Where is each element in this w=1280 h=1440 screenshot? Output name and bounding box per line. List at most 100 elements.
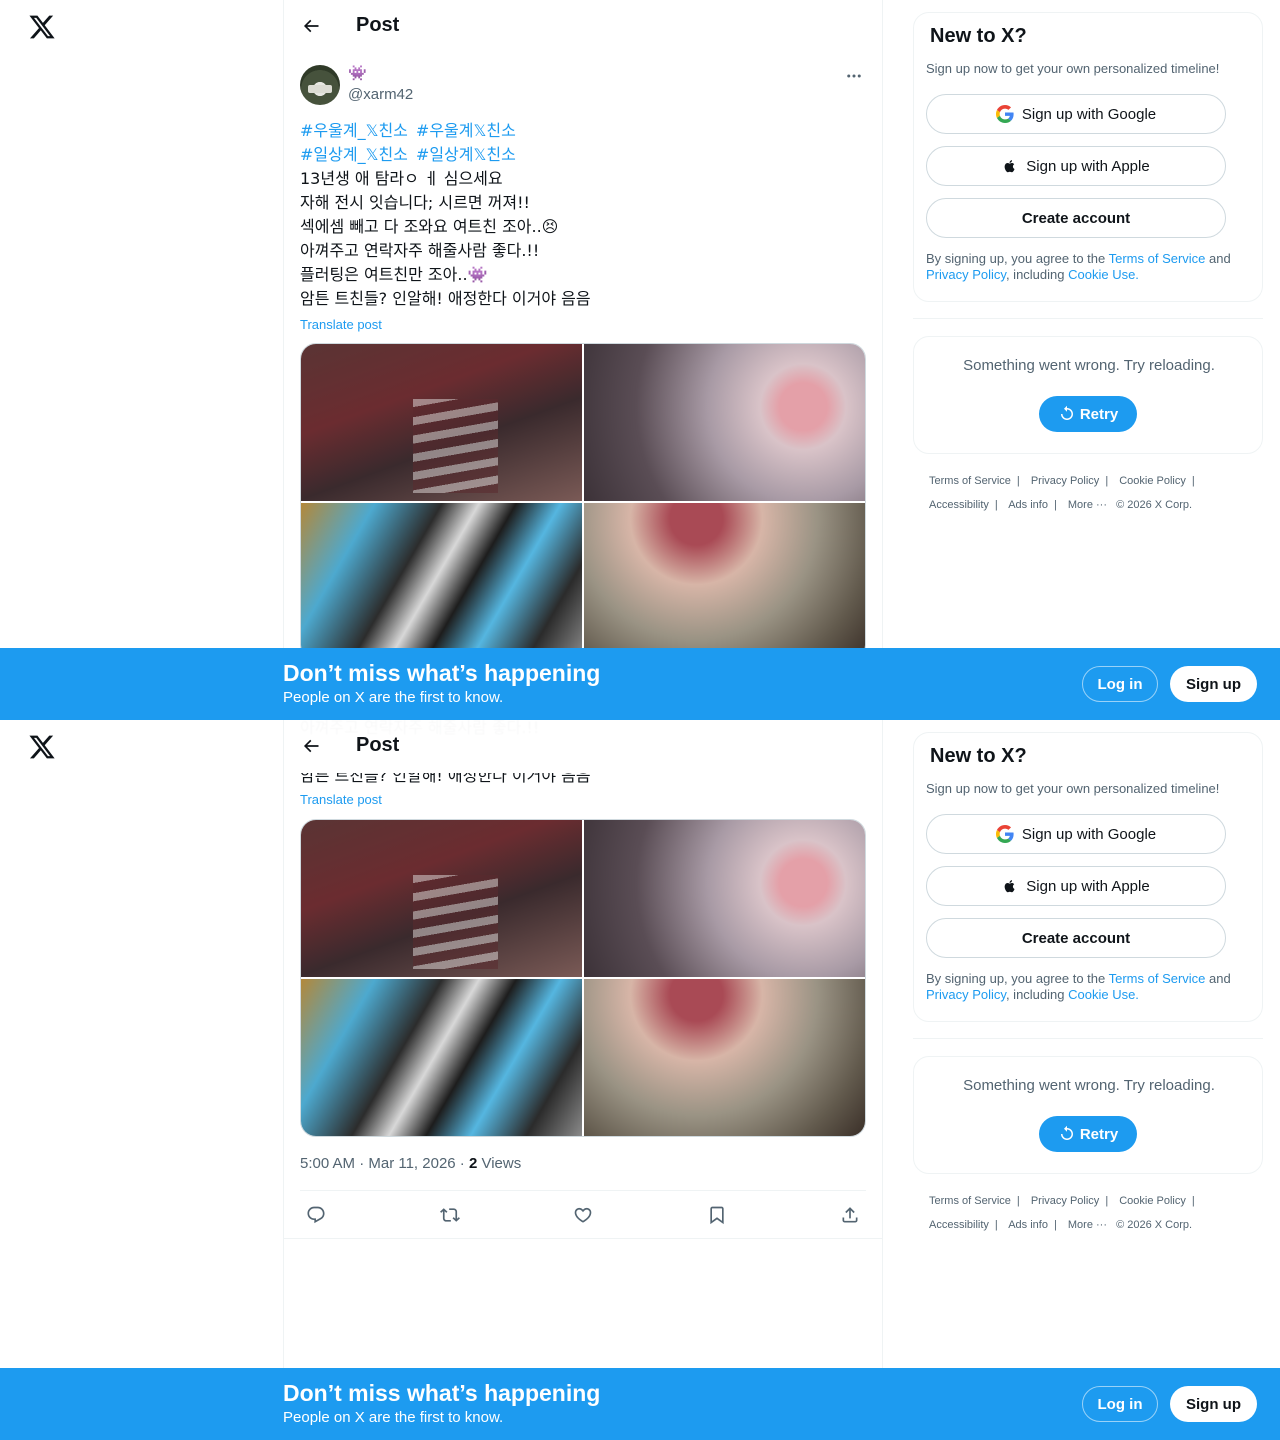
- hashtag-link[interactable]: #우울계_𝕏친소: [300, 121, 408, 140]
- terms-link[interactable]: Terms of Service: [1109, 251, 1206, 266]
- hashtag-link[interactable]: #우울계𝕏친소: [416, 121, 516, 140]
- signup-google-label: Sign up with Google: [1021, 825, 1157, 843]
- post-photo[interactable]: [301, 820, 582, 977]
- post-line: 섹에셈 빼고 다 조와요 여트친 조아..😣: [300, 217, 559, 236]
- privacy-link[interactable]: Privacy Policy: [926, 267, 1006, 282]
- error-card: Something went wrong. Try reloading. Ret…: [913, 1056, 1263, 1174]
- banner-signup-button[interactable]: Sign up: [1170, 1386, 1257, 1422]
- apple-icon: [1004, 880, 1015, 893]
- post-line: 암튼 트친들? 인알해! 애정한다 이거야 음음: [300, 289, 591, 308]
- post-timestamp: 5:00 AM · Mar 11, 2026 · 2 Views: [300, 1155, 521, 1172]
- page-title: Post: [356, 734, 400, 756]
- post-photo[interactable]: [584, 820, 865, 977]
- create-account-button[interactable]: Create account: [926, 918, 1226, 958]
- post-photo[interactable]: [584, 503, 865, 660]
- terms-link[interactable]: Terms of Service: [1109, 971, 1206, 986]
- reply-icon[interactable]: [304, 1203, 328, 1227]
- post-time[interactable]: 5:00 AM · Mar 11, 2026 ·: [300, 1155, 469, 1172]
- post-line: 플러팅은 여트친만 조아..👾: [300, 265, 488, 284]
- signup-legal-text: By signing up, you agree to the Terms of…: [926, 971, 1231, 1002]
- signup-apple-button[interactable]: Sign up with Apple: [926, 866, 1226, 906]
- signup-apple-button[interactable]: Sign up with Apple: [926, 146, 1226, 186]
- post-photo[interactable]: [301, 344, 582, 501]
- page-title: Post: [356, 14, 400, 36]
- share-icon[interactable]: [838, 1203, 862, 1227]
- signup-card: New to X? Sign up now to get your own pe…: [913, 732, 1263, 1022]
- signup-card-title: New to X?: [930, 745, 1027, 767]
- footer-ads-link[interactable]: Ads info: [1008, 499, 1048, 511]
- signup-google-label: Sign up with Google: [1021, 105, 1157, 123]
- footer-links: Terms of Service | Privacy Policy | Cookie…: [929, 1195, 1195, 1231]
- translate-post-link[interactable]: Translate post: [300, 313, 866, 337]
- banner-login-button[interactable]: Log in: [1082, 1386, 1158, 1422]
- translate-post-link[interactable]: Translate post: [300, 792, 382, 807]
- more-options-icon[interactable]: [842, 66, 866, 86]
- post-photo[interactable]: [301, 503, 582, 660]
- banner-login-button[interactable]: Log in: [1082, 666, 1158, 702]
- post-photo[interactable]: [301, 979, 582, 1136]
- footer-links: Terms of Service | Privacy Policy | Cookie…: [929, 475, 1195, 511]
- create-account-button[interactable]: Create account: [926, 198, 1226, 238]
- screen-scrolled: 아껴주고 연락자주 해줄사람 좋다.!! Post 암튼 트친들? 인알해! 애…: [0, 720, 1280, 1440]
- column-divider-left: [283, 720, 284, 1440]
- post-line: 자해 전시 잇습니다; 시르면 꺼져!!: [300, 193, 530, 212]
- footer-ads-link[interactable]: Ads info: [1008, 1219, 1048, 1231]
- cookie-link[interactable]: Cookie Use.: [1068, 987, 1139, 1002]
- footer-more-link[interactable]: More ···: [1068, 1219, 1107, 1231]
- signup-card-title: New to X?: [930, 25, 1027, 47]
- hashtag-link[interactable]: #일상계𝕏친소: [416, 145, 516, 164]
- retry-button[interactable]: Retry: [1039, 1116, 1137, 1152]
- sidebar-divider: [913, 1038, 1263, 1039]
- retry-label: Retry: [1079, 405, 1119, 423]
- back-arrow-icon[interactable]: [298, 733, 324, 759]
- footer-more-link[interactable]: More ···: [1068, 499, 1107, 511]
- avatar[interactable]: [300, 65, 340, 105]
- hashtag-link[interactable]: #일상계_𝕏친소: [300, 145, 408, 164]
- footer-terms-link[interactable]: Terms of Service: [929, 1195, 1011, 1207]
- footer-privacy-link[interactable]: Privacy Policy: [1031, 1195, 1099, 1207]
- footer-cookie-link[interactable]: Cookie Policy: [1119, 1195, 1186, 1207]
- x-logo-icon[interactable]: [28, 733, 56, 761]
- like-icon[interactable]: [571, 1203, 595, 1227]
- media-grid: [300, 819, 866, 1137]
- hashtag-row: #일상계_𝕏친소 #일상계𝕏친소: [300, 143, 866, 167]
- post-actions: [300, 1190, 866, 1240]
- post-line: 13년생 애 탐라ㅇ ㅔ 심으세요: [300, 169, 503, 188]
- footer-copyright: © 2026 X Corp.: [1116, 499, 1193, 511]
- author-display-name[interactable]: 👾: [348, 64, 367, 82]
- signup-legal-text: By signing up, you agree to the Terms of…: [926, 251, 1231, 282]
- footer-terms-link[interactable]: Terms of Service: [929, 475, 1011, 487]
- banner-signup-button[interactable]: Sign up: [1170, 666, 1257, 702]
- signup-banner: Don’t miss what’s happening People on X …: [0, 648, 1280, 720]
- x-logo-icon[interactable]: [28, 13, 56, 41]
- error-message: Something went wrong. Try reloading.: [963, 357, 1215, 374]
- signup-card-subtitle: Sign up now to get your own personalized…: [926, 61, 1220, 76]
- signup-google-button[interactable]: Sign up with Google: [926, 94, 1226, 134]
- post-text: #우울계_𝕏친소 #우울계𝕏친소 #일상계_𝕏친소 #일상계𝕏친소 13년생 애 탐…: [300, 119, 866, 337]
- bookmark-icon[interactable]: [705, 1203, 729, 1227]
- signup-apple-label: Sign up with Apple: [1026, 157, 1150, 175]
- footer-accessibility-link[interactable]: Accessibility: [929, 1219, 989, 1231]
- footer-cookie-link[interactable]: Cookie Policy: [1119, 475, 1186, 487]
- post-header: Post: [284, 720, 882, 773]
- repost-icon[interactable]: [438, 1203, 462, 1227]
- post-line: 아껴주고 연락자주 해줄사람 좋다.!!: [300, 241, 540, 260]
- footer-privacy-link[interactable]: Privacy Policy: [1031, 475, 1099, 487]
- refresh-icon: [1060, 1125, 1073, 1140]
- retry-button[interactable]: Retry: [1039, 396, 1137, 432]
- post-bottom-divider: [284, 1238, 882, 1239]
- hashtag-row: #우울계_𝕏친소 #우울계𝕏친소: [300, 119, 866, 143]
- cookie-link[interactable]: Cookie Use.: [1068, 267, 1139, 282]
- privacy-link[interactable]: Privacy Policy: [926, 987, 1006, 1002]
- post-photo[interactable]: [584, 979, 865, 1136]
- apple-icon: [1004, 160, 1015, 173]
- refresh-icon: [1060, 405, 1073, 420]
- author-handle[interactable]: @xarm42: [348, 86, 413, 103]
- footer-accessibility-link[interactable]: Accessibility: [929, 499, 989, 511]
- signup-banner: Don’t miss what’s happening People on X …: [0, 1368, 1280, 1440]
- back-arrow-icon[interactable]: [298, 13, 324, 39]
- banner-title: Don’t miss what’s happening: [283, 1380, 601, 1406]
- signup-google-button[interactable]: Sign up with Google: [926, 814, 1226, 854]
- post-photo[interactable]: [584, 344, 865, 501]
- signup-card: New to X? Sign up now to get your own pe…: [913, 12, 1263, 302]
